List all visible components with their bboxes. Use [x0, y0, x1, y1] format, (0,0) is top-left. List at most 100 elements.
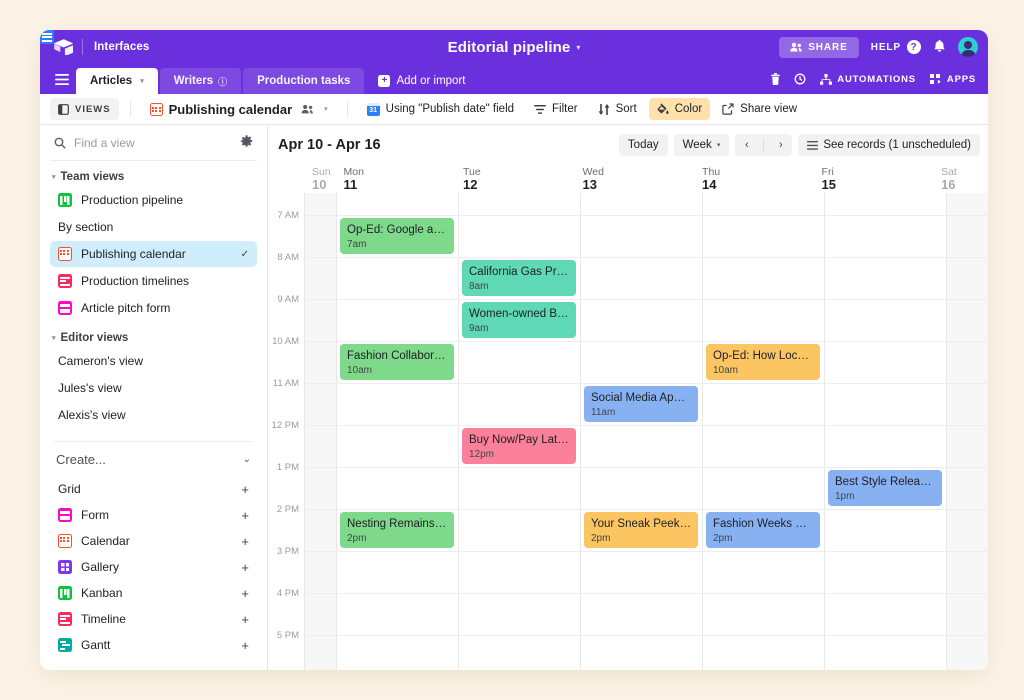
share-button[interactable]: SHARE [779, 37, 859, 58]
calendar-event[interactable]: Women-owned Bra...9am [462, 302, 576, 338]
form-view-icon [58, 508, 72, 522]
sort-label: Sort [616, 103, 637, 115]
calendar-event[interactable]: Fashion Weeks Bal...2pm [706, 512, 820, 548]
using-field-button[interactable]: 31 Using "Publish date" field [359, 98, 522, 120]
time-label: 1 PM [277, 462, 299, 473]
today-button[interactable]: Today [619, 134, 668, 156]
plus-icon[interactable]: + [241, 534, 249, 549]
see-records-button[interactable]: See records (1 unscheduled) [798, 134, 980, 156]
chevron-down-icon[interactable]: ▾ [576, 43, 580, 52]
sidebar-item-label: Production pipeline [81, 193, 183, 207]
day-header-sun[interactable]: Sun10 [304, 165, 335, 193]
automations-button[interactable]: AUTOMATIONS [820, 74, 916, 85]
calendar-event[interactable]: Op-Ed: Google and...7am [340, 218, 454, 254]
chevron-down-icon[interactable]: ▾ [324, 105, 328, 113]
sidebar-item-alexiss-view[interactable]: Alexis's view [50, 402, 257, 428]
calendar-event[interactable]: Op-Ed: How Lockd...10am [706, 344, 820, 380]
plus-icon[interactable]: + [241, 586, 249, 601]
create-section-header[interactable]: Create... ⌄ [50, 442, 257, 476]
day-column-wed[interactable] [580, 193, 702, 670]
current-view-button[interactable]: Publishing calendar ▾ [142, 98, 336, 120]
group-header-editor-views[interactable]: ▾ Editor views [50, 322, 257, 348]
create-item-label: Timeline [81, 612, 126, 626]
day-header-number: 15 [822, 178, 836, 192]
help-button[interactable]: HELP ? [871, 40, 921, 54]
interfaces-link[interactable]: Interfaces [94, 41, 149, 53]
apps-button[interactable]: APPS [930, 74, 976, 85]
scale-select[interactable]: Week ▾ [674, 134, 730, 156]
next-week-button[interactable]: › [769, 134, 792, 156]
chevron-down-icon: ▾ [52, 334, 56, 342]
group-header-team-views[interactable]: ▾ Team views [50, 161, 257, 187]
color-button[interactable]: Color [649, 98, 710, 120]
hamburger-menu-icon[interactable] [48, 64, 76, 94]
add-or-import-button[interactable]: + Add or import [366, 68, 477, 94]
tab-writers[interactable]: Writers ⓘ [160, 68, 241, 94]
day-header-thu[interactable]: Thu14 [694, 165, 814, 193]
history-button[interactable] [794, 73, 806, 85]
page-title[interactable]: Editorial pipeline [448, 39, 571, 56]
search-input[interactable] [74, 136, 232, 150]
sidebar-item-production-timelines[interactable]: Production timelines [50, 268, 257, 294]
day-column-fri[interactable] [824, 193, 946, 670]
create-item-gallery[interactable]: Gallery + [50, 554, 257, 580]
create-item-kanban[interactable]: Kanban + [50, 580, 257, 606]
create-item-calendar[interactable]: Calendar + [50, 528, 257, 554]
create-item-grid[interactable]: Grid + [50, 476, 257, 502]
create-item-timeline[interactable]: Timeline + [50, 606, 257, 632]
tab-articles[interactable]: Articles ▾ [76, 68, 158, 94]
sort-button[interactable]: Sort [590, 98, 645, 120]
app-body: ▾ Team views Production pipeline By sect… [40, 125, 988, 670]
day-header-wed[interactable]: Wed13 [575, 165, 695, 193]
calendar-event[interactable]: California Gas Pric...8am [462, 260, 576, 296]
sidebar-item-juless-view[interactable]: Jules's view [50, 375, 257, 401]
share-view-button[interactable]: Share view [714, 98, 805, 120]
day-column-thu[interactable] [702, 193, 824, 670]
create-item-gantt[interactable]: Gantt + [50, 632, 257, 658]
day-header-sat[interactable]: Sat16 [933, 165, 988, 193]
scale-select-label: Week [683, 139, 712, 151]
views-toggle-button[interactable]: VIEWS [50, 98, 119, 120]
avatar[interactable] [958, 37, 978, 57]
calendar-event-title: Fashion Weeks Bal... [713, 517, 813, 531]
sidebar-item-publishing-calendar[interactable]: Publishing calendar ✓ [50, 241, 257, 267]
tab-production-tasks[interactable]: Production tasks [243, 68, 364, 94]
day-column-sun[interactable] [304, 193, 336, 670]
sidebar-item-camerons-view[interactable]: Cameron's view [50, 348, 257, 374]
calendar-grid[interactable]: Op-Ed: Google and...7amCalifornia Gas Pr… [268, 193, 988, 670]
plus-icon[interactable]: + [241, 638, 249, 653]
chevron-down-icon[interactable]: ▾ [140, 77, 144, 85]
day-header-fri[interactable]: Fri15 [814, 165, 934, 193]
filter-button[interactable]: Filter [526, 98, 586, 120]
calendar-event-title: Your Sneak Peek at... [591, 517, 691, 531]
calendar-event[interactable]: Social Media Apps ...11am [584, 386, 698, 422]
day-header-tue[interactable]: Tue12 [455, 165, 575, 193]
create-item-form[interactable]: Form + [50, 502, 257, 528]
hour-gridline [304, 341, 988, 342]
day-header-mon[interactable]: Mon11 [335, 165, 455, 193]
sidebar-item-article-pitch-form[interactable]: Article pitch form [50, 295, 257, 321]
prev-week-button[interactable]: ‹ [735, 134, 758, 156]
calendar-event[interactable]: Best Style Release...1pm [828, 470, 942, 506]
plus-icon[interactable]: + [241, 560, 249, 575]
calendar-event[interactable]: Buy Now/Pay Later ...12pm [462, 428, 576, 464]
plus-icon[interactable]: + [241, 612, 249, 627]
plus-icon[interactable]: + [241, 508, 249, 523]
chevron-down-icon[interactable]: ⌄ [243, 454, 251, 465]
sidebar-item-production-pipeline[interactable]: Production pipeline [50, 187, 257, 213]
sidebar-item-by-section[interactable]: By section [50, 214, 257, 240]
day-column-sat[interactable] [946, 193, 988, 670]
search-icon [54, 137, 66, 149]
plus-icon[interactable]: + [241, 482, 249, 497]
calendar-event[interactable]: Nesting Remains Pr...2pm [340, 512, 454, 548]
calendar-event-time: 11am [591, 406, 691, 419]
calendar-event-title: Nesting Remains Pr... [347, 517, 447, 531]
trash-button[interactable] [771, 73, 780, 85]
bell-icon[interactable] [933, 39, 946, 56]
day-column-mon[interactable] [336, 193, 458, 670]
time-axis: 6 AM7 AM8 AM9 AM10 AM11 AM12 PM1 PM2 PM3… [268, 193, 304, 670]
calendar-event[interactable]: Your Sneak Peek at...2pm [584, 512, 698, 548]
calendar-event-title: Women-owned Bra... [469, 307, 569, 321]
calendar-event[interactable]: Fashion Collaborati...10am [340, 344, 454, 380]
gear-icon[interactable] [240, 135, 253, 151]
